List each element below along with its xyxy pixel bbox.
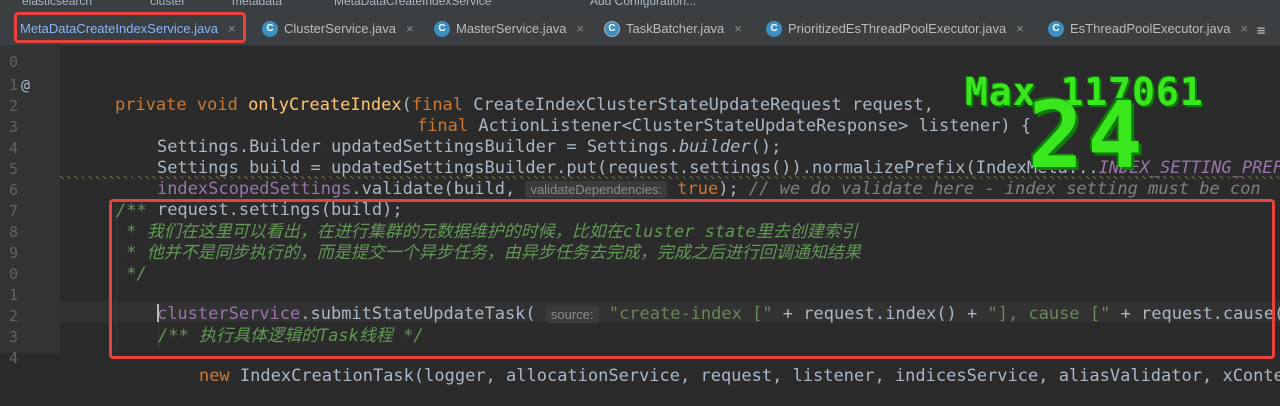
breadcrumb-item[interactable]: cluster	[150, 0, 185, 8]
tab-esthreadpoolexecutor[interactable]: C EsThreadPoolExecutor.java ×	[1048, 14, 1248, 43]
line-number: 1	[8, 286, 18, 304]
line-number: 4	[8, 349, 18, 367]
breadcrumb-item[interactable]: elasticsearch	[22, 0, 92, 8]
line-number: 7	[8, 202, 18, 220]
close-icon[interactable]: ×	[734, 21, 742, 36]
override-annotation-marker[interactable]: @	[21, 76, 30, 94]
code-highlight-box	[109, 199, 1275, 359]
parameter-hint: validateDependencies:	[525, 181, 667, 198]
tab-label: PrioritizedEsThreadPoolExecutor.java	[788, 21, 1007, 36]
line-number: 5	[8, 160, 18, 178]
class-icon: C	[434, 20, 450, 37]
tab-label: MasterService.java	[456, 21, 567, 36]
breadcrumb: elasticsearch cluster metadata MetaDataC…	[0, 0, 1280, 10]
class-icon: C	[766, 20, 782, 37]
close-icon[interactable]: ×	[577, 21, 585, 36]
tab-masterservice[interactable]: C MasterService.java ×	[434, 14, 584, 43]
close-icon[interactable]: ×	[1240, 21, 1248, 36]
line-number: 2	[8, 97, 18, 115]
active-tab-highlight-box	[14, 12, 246, 43]
tab-prioritizedesthreadpoolexecutor[interactable]: C PrioritizedEsThreadPoolExecutor.java ×	[766, 14, 1024, 43]
run-config-selector[interactable]: Add Configuration...	[590, 0, 696, 8]
line-number: 8	[8, 223, 18, 241]
breadcrumb-item[interactable]: MetaDataCreateIndexService	[334, 0, 491, 8]
line-number: 3	[8, 118, 18, 136]
tab-label: TaskBatcher.java	[626, 21, 725, 36]
tab-label: ClusterService.java	[284, 21, 396, 36]
line-number: 2	[8, 307, 18, 325]
line-number: 9	[8, 244, 18, 262]
tab-list-menu-icon[interactable]: ≡	[1257, 23, 1265, 39]
tab-taskbatcher[interactable]: C TaskBatcher.java ×	[604, 14, 742, 43]
class-icon: C	[262, 20, 278, 37]
line-number: 0	[8, 265, 18, 283]
breadcrumb-item[interactable]: metadata	[232, 0, 282, 8]
tab-label: EsThreadPoolExecutor.java	[1070, 21, 1231, 36]
class-icon: C	[604, 20, 620, 37]
line-number: 1	[8, 76, 18, 94]
line-number: 4	[8, 139, 18, 157]
line-number: 6	[8, 181, 18, 199]
close-icon[interactable]: ×	[406, 21, 414, 36]
overlay-current-counter: 24	[1028, 82, 1147, 189]
tab-clusterservice[interactable]: C ClusterService.java ×	[262, 14, 414, 43]
line-number: 3	[8, 328, 18, 346]
close-icon[interactable]: ×	[1016, 21, 1024, 36]
class-icon: C	[1048, 20, 1064, 37]
line-number: 0	[8, 53, 18, 71]
